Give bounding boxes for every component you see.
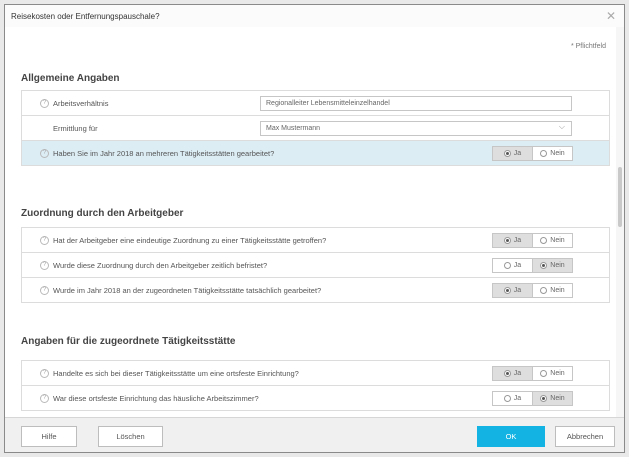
row-assignment-q3: ? Wurde im Jahr 2018 an der zugeordneten… <box>22 278 609 303</box>
radio-icon <box>503 150 511 157</box>
radio-icon <box>503 287 511 294</box>
dialog-footer: Hilfe Löschen OK Abbrechen <box>5 417 624 452</box>
option-no-label: Nein <box>550 237 565 244</box>
radio-icon <box>540 395 548 402</box>
option-no-label: Nein <box>550 395 565 402</box>
row-assignment-q1: ? Hat der Arbeitgeber eine eindeutige Zu… <box>22 228 609 253</box>
option-yes-label: Ja <box>513 237 522 244</box>
employment-value: Regionalleiter Lebensmitteleinzelhandel <box>266 100 390 107</box>
site-q2: War diese ortsfeste Einrichtung das häus… <box>53 393 259 403</box>
ok-button[interactable]: OK <box>477 426 545 447</box>
scrollbar[interactable] <box>616 27 624 419</box>
help-icon[interactable]: ? <box>40 393 49 403</box>
radio-icon <box>503 262 511 269</box>
calc-for-select[interactable]: Max Mustermann ⌵ <box>260 121 572 136</box>
radio-icon <box>503 237 511 244</box>
help-button[interactable]: Hilfe <box>21 426 77 447</box>
assignment-q2: Wurde diese Zuordnung durch den Arbeitge… <box>53 260 268 270</box>
section-site: ? Handelte es sich bei dieser Tätigkeits… <box>21 360 610 411</box>
option-no[interactable]: Nein <box>532 147 572 160</box>
dialog-titlebar: Reisekosten oder Entfernungspauschale? ✕ <box>5 5 624 27</box>
option-yes-label: Ja <box>513 370 522 377</box>
help-icon[interactable]: ? <box>40 368 49 378</box>
option-yes[interactable]: Ja <box>493 284 532 297</box>
row-multi-sites: ? Haben Sie im Jahr 2018 an mehreren Tät… <box>22 141 609 166</box>
option-yes[interactable]: Ja <box>493 234 532 247</box>
row-calc-for: Ermittlung für Max Mustermann ⌵ <box>22 116 609 141</box>
cancel-button[interactable]: Abbrechen <box>555 426 615 447</box>
required-note: * Pflichtfeld <box>570 43 606 50</box>
row-employment: ? Arbeitsverhältnis Regionalleiter Leben… <box>22 91 609 116</box>
section-title-assignment: Zuordnung durch den Arbeitgeber <box>21 208 184 219</box>
option-no[interactable]: Nein <box>532 367 572 380</box>
radio-icon <box>540 287 548 294</box>
calc-for-value: Max Mustermann <box>266 125 321 132</box>
option-yes-label: Ja <box>513 395 522 402</box>
option-yes-label: Ja <box>513 287 522 294</box>
multi-sites-question: Haben Sie im Jahr 2018 an mehreren Tätig… <box>53 148 275 158</box>
row-site-q2: ? War diese ortsfeste Einrichtung das hä… <box>22 386 609 411</box>
site-q2-toggle: Ja Nein <box>492 391 573 406</box>
radio-icon <box>540 262 548 269</box>
assignment-q3: Wurde im Jahr 2018 an der zugeordneten T… <box>53 285 322 295</box>
option-no[interactable]: Nein <box>532 234 572 247</box>
calc-for-label: Ermittlung für <box>53 123 98 133</box>
section-title-site: Angaben für die zugeordnete Tätigkeitsst… <box>21 336 236 347</box>
help-icon[interactable]: ? <box>40 285 49 295</box>
assignment-q1-toggle: Ja Nein <box>492 233 573 248</box>
assignment-q3-toggle: Ja Nein <box>492 283 573 298</box>
row-site-q1: ? Handelte es sich bei dieser Tätigkeits… <box>22 361 609 386</box>
assignment-q1: Hat der Arbeitgeber eine eindeutige Zuor… <box>53 235 327 245</box>
option-yes-label: Ja <box>513 262 522 269</box>
option-yes[interactable]: Ja <box>493 392 532 405</box>
employment-label: Arbeitsverhältnis <box>53 98 109 108</box>
option-no-label: Nein <box>550 370 565 377</box>
option-no-label: Nein <box>550 287 565 294</box>
section-assignment: ? Hat der Arbeitgeber eine eindeutige Zu… <box>21 227 610 303</box>
option-yes[interactable]: Ja <box>493 367 532 380</box>
delete-button[interactable]: Löschen <box>98 426 163 447</box>
option-yes-label: Ja <box>513 150 522 157</box>
option-yes[interactable]: Ja <box>493 259 532 272</box>
option-yes[interactable]: Ja <box>493 147 532 160</box>
option-no[interactable]: Nein <box>532 392 572 405</box>
dialog-title: Reisekosten oder Entfernungspauschale? <box>11 11 160 21</box>
close-icon[interactable]: ✕ <box>606 9 616 23</box>
option-no[interactable]: Nein <box>532 259 572 272</box>
radio-icon <box>540 370 548 377</box>
dialog: Reisekosten oder Entfernungspauschale? ✕… <box>4 4 625 453</box>
radio-icon <box>540 237 548 244</box>
option-no-label: Nein <box>550 262 565 269</box>
employment-input[interactable]: Regionalleiter Lebensmitteleinzelhandel <box>260 96 572 111</box>
site-q1-toggle: Ja Nein <box>492 366 573 381</box>
radio-icon <box>540 150 548 157</box>
dialog-content: * Pflichtfeld Allgemeine Angaben ? Arbei… <box>5 27 618 419</box>
section-general: ? Arbeitsverhältnis Regionalleiter Leben… <box>21 90 610 166</box>
chevron-down-icon: ⌵ <box>558 122 565 131</box>
help-icon[interactable]: ? <box>40 260 49 270</box>
assignment-q2-toggle: Ja Nein <box>492 258 573 273</box>
option-no-label: Nein <box>550 150 565 157</box>
radio-icon <box>503 370 511 377</box>
site-q1: Handelte es sich bei dieser Tätigkeitsst… <box>53 368 299 378</box>
scroll-thumb[interactable] <box>618 167 622 227</box>
row-assignment-q2: ? Wurde diese Zuordnung durch den Arbeit… <box>22 253 609 278</box>
option-no[interactable]: Nein <box>532 284 572 297</box>
radio-icon <box>503 395 511 402</box>
section-title-general: Allgemeine Angaben <box>21 73 120 84</box>
help-icon[interactable]: ? <box>40 235 49 245</box>
multi-sites-toggle: Ja Nein <box>492 146 573 161</box>
help-icon[interactable]: ? <box>40 98 49 108</box>
help-icon[interactable]: ? <box>40 148 49 158</box>
